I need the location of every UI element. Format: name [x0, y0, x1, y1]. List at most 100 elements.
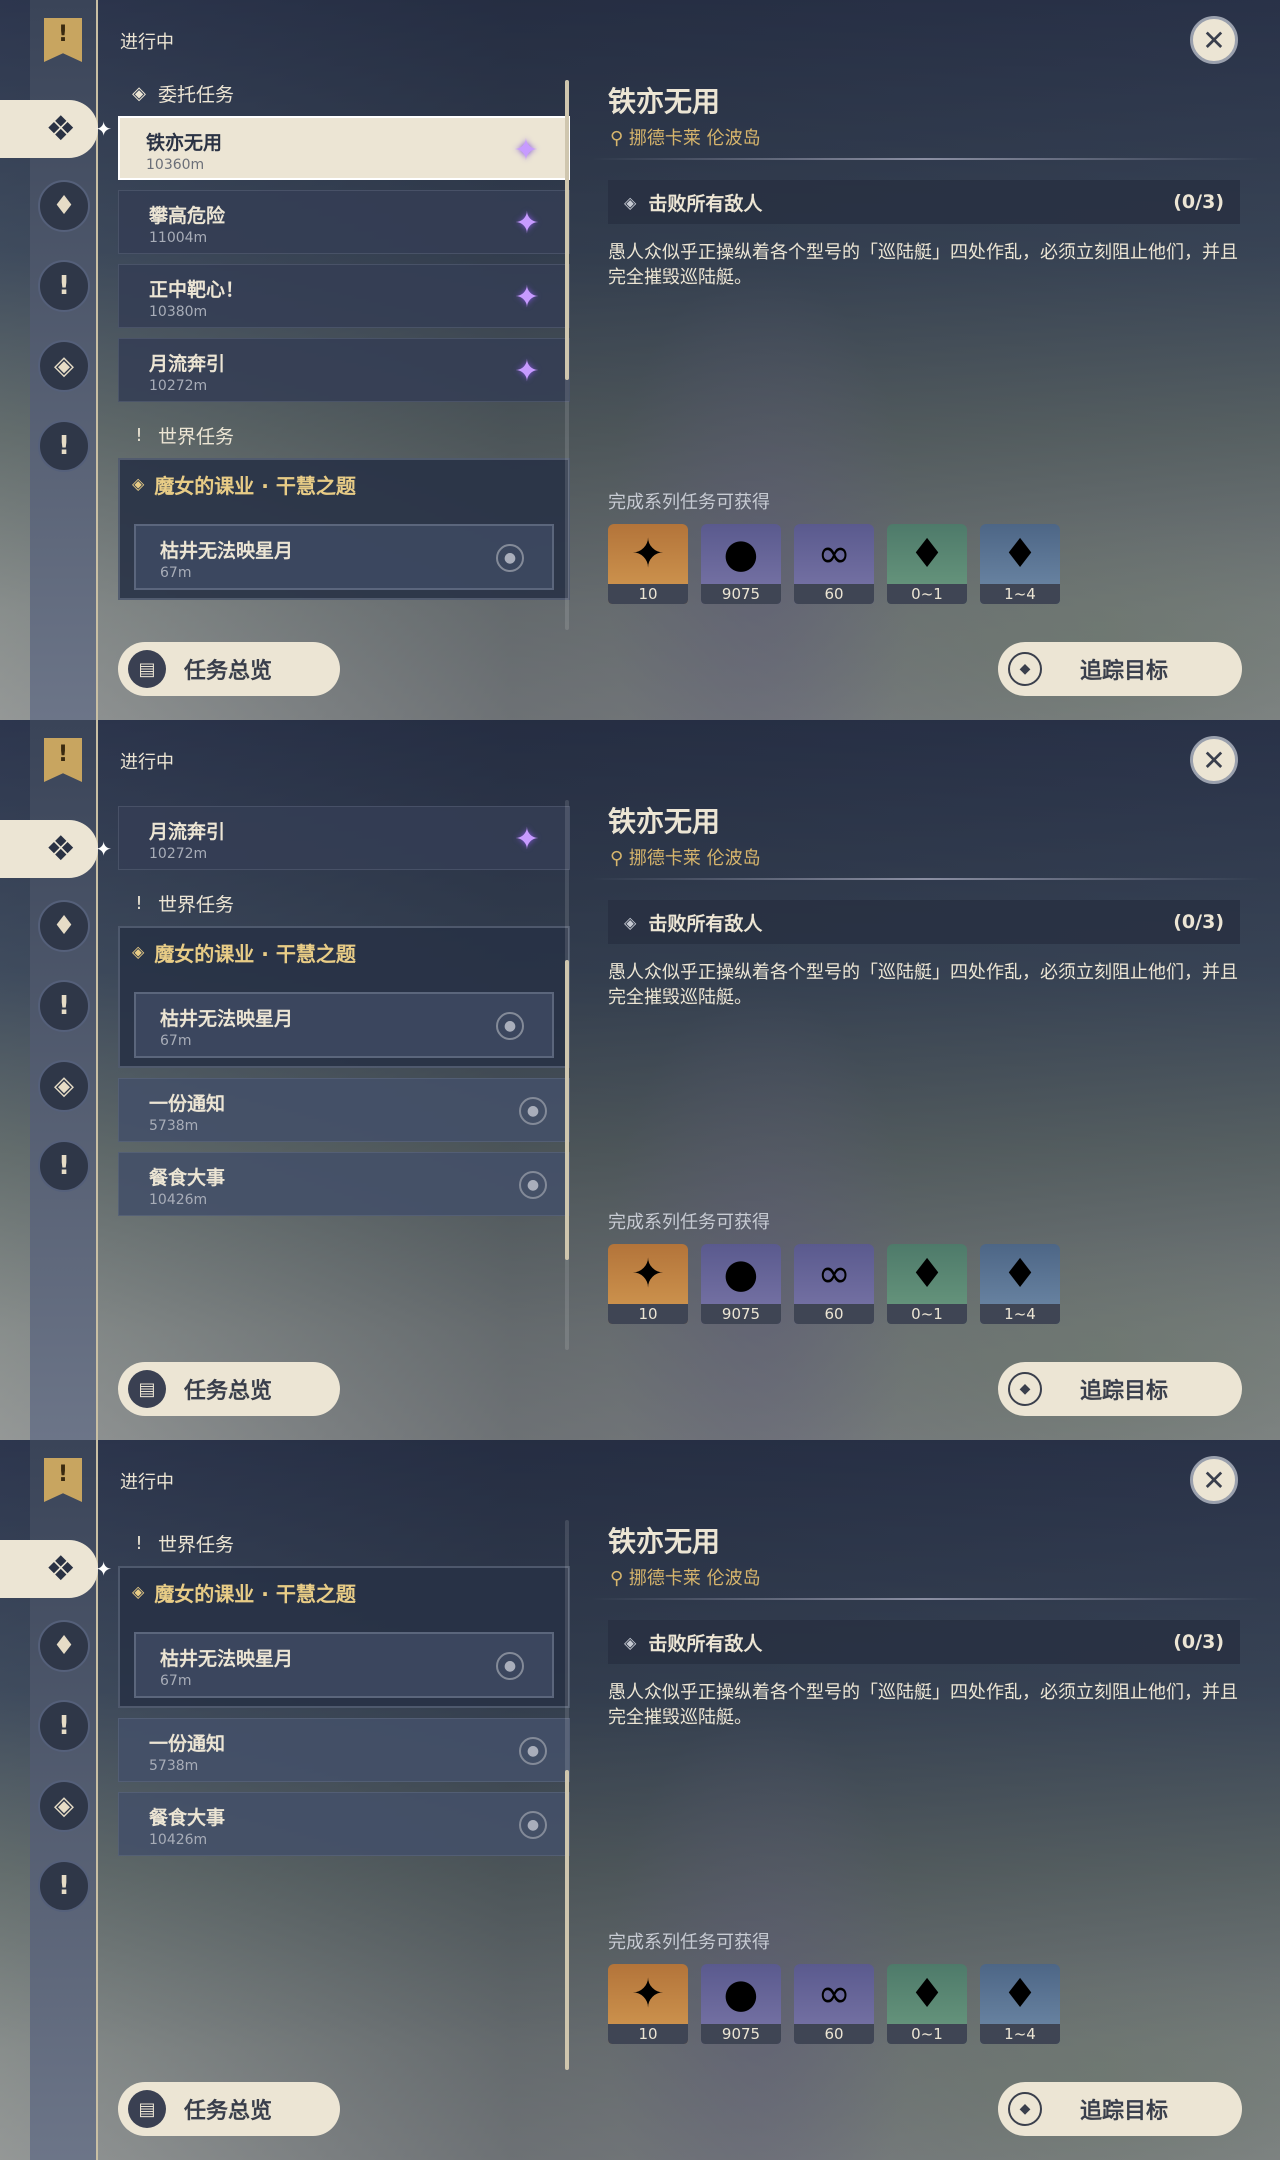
quest-overview-button[interactable]: ▤ 任务总览 [118, 2082, 340, 2136]
rail-story-tab[interactable]: ! [38, 1700, 90, 1752]
rail-story-tab[interactable]: ! [38, 260, 90, 312]
world-subquest[interactable]: 枯井无法映星月 67m ● [134, 524, 554, 590]
track-target-button[interactable]: ◆ 追踪目标 [998, 1362, 1242, 1416]
in-progress-label: 进行中 [120, 752, 174, 773]
rail-story-tab[interactable]: ! [38, 980, 90, 1032]
location-pin-icon: ● [519, 1097, 547, 1125]
list-scrollbar[interactable] [565, 80, 569, 630]
rail-archon-tab[interactable]: ♦ [38, 180, 90, 232]
rail-archon-tab[interactable]: ♦ [38, 1620, 90, 1672]
quest-item-commission-4[interactable]: 月流奔引 10272m ✦ [118, 338, 570, 402]
quest-item-world-2[interactable]: 餐食大事 10426m ● [118, 1152, 570, 1216]
world-quest-header[interactable]: ◈ 魔女的课业 · 干慧之题 [120, 1568, 568, 1632]
quest-distance: 10272m [149, 846, 208, 862]
rail-event-tab[interactable]: ! [38, 1860, 90, 1912]
objective-progress: (0/3) [1173, 191, 1224, 213]
quest-list[interactable]: ◈ 委托任务 铁亦无用 10360m ✦ 攀高危险 11004m ✦ 正中靶心！… [118, 70, 570, 600]
quest-overview-label: 任务总览 [184, 2099, 273, 2124]
world-subquest[interactable]: 枯井无法映星月 67m ● [134, 1632, 554, 1698]
rail-world-tab[interactable]: ◈ [38, 340, 90, 392]
list-scrollbar[interactable] [565, 800, 569, 1350]
reward-primogem[interactable]: ✦ 10 [608, 1964, 688, 2044]
archon-quest-icon: ♦ [52, 1631, 76, 1661]
reward-crystal-cluster[interactable]: ♦ 1~4 [980, 1964, 1060, 2044]
rail-world-tab[interactable]: ◈ [38, 1780, 90, 1832]
quest-item-world-1[interactable]: 一份通知 5738m ● [118, 1078, 570, 1142]
close-button[interactable]: ✕ [1190, 736, 1238, 784]
quest-overview-button[interactable]: ▤ 任务总览 [118, 1362, 340, 1416]
crystal-cluster-icon: ♦ [1002, 1251, 1038, 1297]
world-quest-group[interactable]: ◈ 魔女的课业 · 干慧之题 枯井无法映星月 67m ● [118, 926, 570, 1068]
commission-star-icon: ✦ [513, 132, 539, 168]
world-subquest[interactable]: 枯井无法映星月 67m ● [134, 992, 554, 1058]
rail-commission-tab[interactable]: ❖ ✦ [0, 820, 112, 878]
reward-primogem[interactable]: ✦ 10 [608, 1244, 688, 1324]
track-target-button[interactable]: ◆ 追踪目标 [998, 2082, 1242, 2136]
reward-primogem[interactable]: ✦ 10 [608, 524, 688, 604]
list-scrollbar[interactable] [565, 1520, 569, 2070]
mora-icon: ● [723, 531, 759, 577]
reward-qty: 60 [794, 2024, 874, 2044]
reward-mora[interactable]: ● 9075 [701, 1964, 781, 2044]
reward-mora[interactable]: ● 9075 [701, 1244, 781, 1324]
reward-companionship[interactable]: ∞ 60 [794, 1244, 874, 1324]
overview-icon: ▤ [128, 2090, 166, 2128]
close-button[interactable]: ✕ [1190, 16, 1238, 64]
quest-list[interactable]: ! 世界任务 ◈ 魔女的课业 · 干慧之题 枯井无法映星月 67m ● 一份通知… [118, 1520, 570, 2050]
close-button[interactable]: ✕ [1190, 1456, 1238, 1504]
detail-title: 铁亦无用 [608, 1525, 721, 1558]
world-quest-group[interactable]: ◈ 魔女的课业 · 干慧之题 枯井无法映星月 67m ● [118, 1566, 570, 1708]
reward-crystal-cluster[interactable]: ♦ 1~4 [980, 524, 1060, 604]
objective-row: ◈ 击败所有敌人 (0/3) [608, 1620, 1240, 1664]
quest-item-commission-1[interactable]: 铁亦无用 10360m ✦ [118, 116, 570, 180]
quest-distance: 5738m [149, 1118, 199, 1134]
track-target-button[interactable]: ◆ 追踪目标 [998, 642, 1242, 696]
track-target-label: 追踪目标 [1080, 2099, 1169, 2124]
reward-crystal-chunk[interactable]: ♦ 0~1 [887, 1244, 967, 1324]
reward-crystal-cluster[interactable]: ♦ 1~4 [980, 1244, 1060, 1324]
close-icon: ✕ [1202, 743, 1226, 777]
world-quest-icon: ◈ [54, 1791, 74, 1821]
location-pin-icon: ● [519, 1811, 547, 1839]
reward-mora[interactable]: ● 9075 [701, 524, 781, 604]
world-quest-header[interactable]: ◈ 魔女的课业 · 干慧之题 [120, 460, 568, 524]
quest-name: 餐食大事 [149, 1167, 226, 1189]
section-world-label: 世界任务 [158, 1533, 235, 1556]
reward-qty: 9075 [701, 1304, 781, 1324]
quest-list[interactable]: 月流奔引 10272m ✦ ! 世界任务 ◈ 魔女的课业 · 干慧之题 枯井无法… [118, 806, 570, 1336]
detail-location-text: 挪德卡莱 伦波岛 [628, 1568, 761, 1589]
rail-commission-tab[interactable]: ❖ ✦ [0, 100, 112, 158]
scrollbar-thumb[interactable] [565, 80, 569, 380]
rail-world-tab[interactable]: ◈ [38, 1060, 90, 1112]
world-quest-header[interactable]: ◈ 魔女的课业 · 干慧之题 [120, 928, 568, 992]
quest-item-commission-4[interactable]: 月流奔引 10272m ✦ [118, 806, 570, 870]
rail-archon-tab[interactable]: ♦ [38, 900, 90, 952]
reward-crystal-chunk[interactable]: ♦ 0~1 [887, 1964, 967, 2044]
quest-item-world-2[interactable]: 餐食大事 10426m ● [118, 1792, 570, 1856]
scrollbar-thumb[interactable] [565, 960, 569, 1260]
reward-companionship[interactable]: ∞ 60 [794, 524, 874, 604]
reward-crystal-chunk[interactable]: ♦ 0~1 [887, 524, 967, 604]
world-quest-group[interactable]: ◈ 魔女的课业 · 干慧之题 枯井无法映星月 67m ● [118, 458, 570, 600]
quest-name: 枯井无法映星月 [160, 540, 294, 562]
quest-item-commission-3[interactable]: 正中靶心！ 10380m ✦ [118, 264, 570, 328]
quest-distance: 67m [160, 1033, 192, 1049]
reward-qty: 1~4 [980, 1304, 1060, 1324]
rail-event-tab[interactable]: ! [38, 420, 90, 472]
world-quest-title: 魔女的课业 · 干慧之题 [154, 1582, 356, 1606]
sparkle-icon: ✦ [95, 117, 112, 141]
scrollbar-thumb[interactable] [565, 1770, 569, 2070]
quest-item-world-1[interactable]: 一份通知 5738m ● [118, 1718, 570, 1782]
story-quest-icon: ! [58, 991, 70, 1021]
quest-overview-button[interactable]: ▤ 任务总览 [118, 642, 340, 696]
reward-companionship[interactable]: ∞ 60 [794, 1964, 874, 2044]
rail-event-tab[interactable]: ! [38, 1140, 90, 1192]
commission-star-icon: ✦ [514, 205, 540, 241]
objective-diamond-icon: ◈ [624, 192, 637, 212]
section-commission: ◈ 委托任务 [118, 70, 570, 116]
rail-commission-tab[interactable]: ❖ ✦ [0, 1540, 112, 1598]
companionship-exp-icon: ∞ [817, 1251, 851, 1297]
crystal-cluster-icon: ♦ [1002, 1971, 1038, 2017]
quest-item-commission-2[interactable]: 攀高危险 11004m ✦ [118, 190, 570, 254]
crystal-chunk-icon: ♦ [909, 1251, 945, 1297]
